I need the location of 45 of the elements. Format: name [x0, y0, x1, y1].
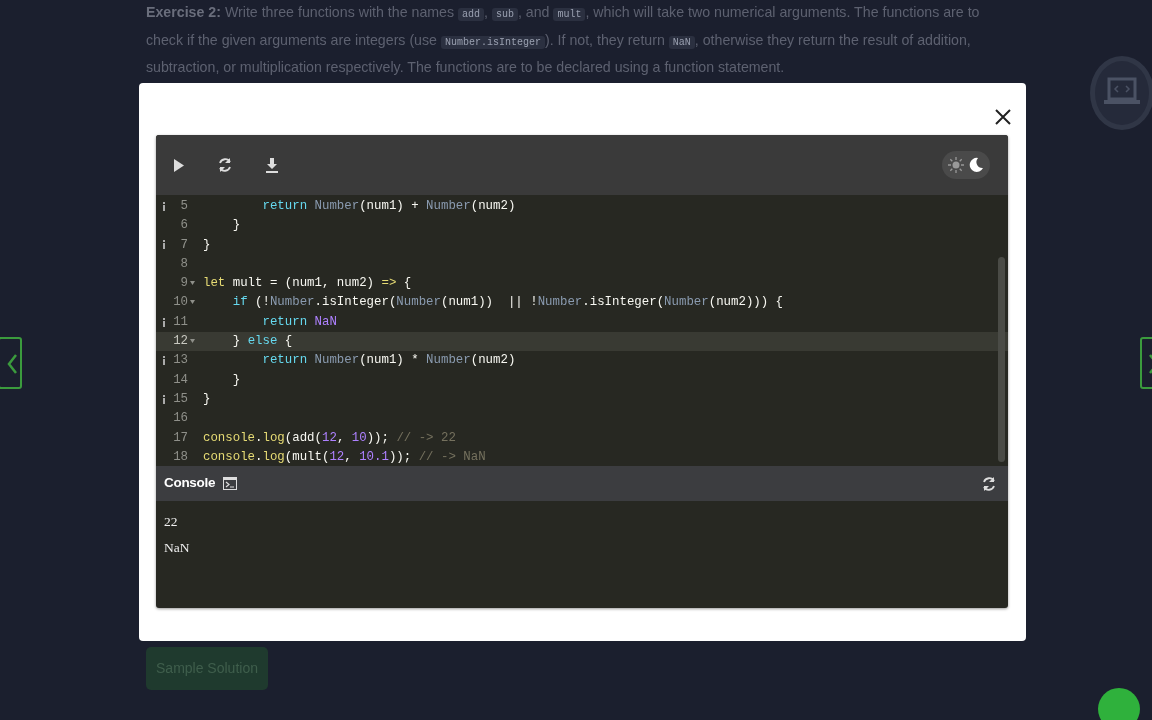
line-number: 17: [172, 429, 188, 447]
line-number: 10: [172, 294, 188, 312]
code-line: console.log(mult(12, 10.1)); // -> NaN: [203, 448, 486, 466]
code-line: }: [231, 217, 241, 235]
code-line: }: [203, 236, 211, 254]
code-line: } else {: [231, 333, 293, 351]
fold-arrow-icon[interactable]: [190, 338, 195, 343]
chevron-left-icon: [6, 352, 18, 375]
refresh-icon[interactable]: [982, 475, 996, 492]
line-number: 14: [172, 371, 188, 389]
scrollbar-thumb[interactable]: [998, 257, 1005, 462]
terminal-icon: [223, 477, 238, 490]
line-number: 11: [172, 313, 188, 331]
theme-toggle[interactable]: [942, 151, 990, 179]
console-output: 22: [164, 514, 178, 529]
code-line: if (!Number.isInteger(Number(num1)) || !Number.isInteger(Number(num2))) {: [231, 294, 784, 312]
console-output: NaN: [164, 540, 190, 555]
line-number: 5: [179, 198, 188, 215]
line-number: 9: [179, 275, 188, 293]
exercise-description: Exercise 2: Write three functions with the names add , sub , and mult , which will take two numerical arguments. The functions are to check if the given arguments are integers (use Number.isInteger ). If not, they return NaN , otherwise they return the result of addition, subtraction, or multiplication respectively. The functions are to be declared using a function statement.: [146, 3, 981, 77]
code-line: console.log(add(12, 10)); // -> 22: [203, 429, 456, 447]
line-number: 7: [179, 236, 188, 254]
code-line: return Number(num1) * Number(num2): [261, 352, 516, 370]
line-number: 8: [179, 255, 188, 273]
code-line: let mult = (num1, num2) => {: [203, 275, 412, 293]
code-line: }: [231, 371, 241, 389]
line-number: 12: [172, 333, 188, 351]
line-number: 13: [172, 352, 188, 370]
code-line: return NaN: [261, 313, 337, 331]
previous-arrow-button[interactable]: [0, 337, 22, 389]
expand-button[interactable]: [1098, 688, 1140, 720]
fold-arrow-icon[interactable]: [190, 280, 195, 285]
console-title: Console: [164, 474, 216, 493]
sun-icon: [948, 157, 964, 173]
fold-arrow-icon[interactable]: [190, 300, 195, 305]
moon-icon: [968, 157, 984, 173]
reset-icon[interactable]: [218, 157, 232, 173]
line-number: 15: [172, 390, 188, 408]
download-icon[interactable]: [266, 157, 278, 173]
line-number: 18: [172, 448, 188, 466]
code-line: }: [203, 390, 211, 408]
line-number: 16: [172, 410, 188, 428]
run-icon[interactable]: [174, 158, 184, 172]
code-line: return Number(num1) + Number(num2): [261, 198, 516, 215]
line-number: 6: [179, 217, 188, 235]
